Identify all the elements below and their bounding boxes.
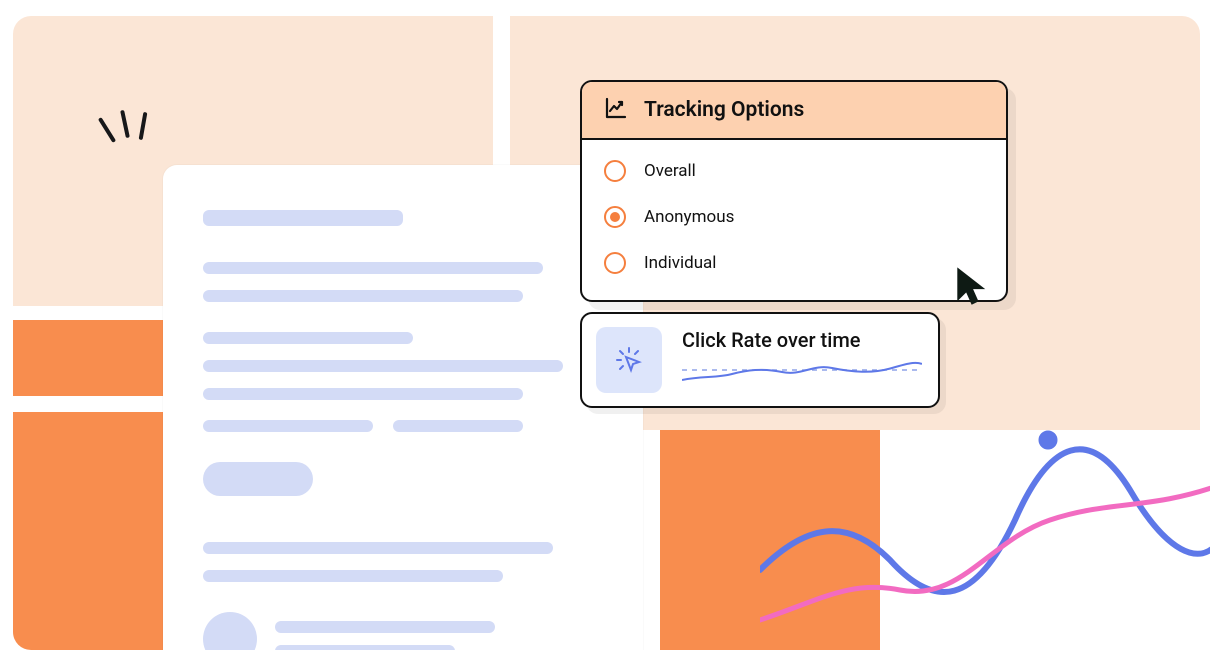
placeholder-avatar (203, 612, 257, 650)
chart-line-icon (604, 96, 628, 124)
click-rate-panel: Click Rate over time (580, 312, 940, 408)
placeholder-line (203, 388, 523, 400)
option-label: Individual (644, 253, 716, 273)
click-sparkle-icon (596, 327, 662, 393)
bg-orange-block (660, 430, 880, 650)
illustration-stage: Tracking Options Overall Anonymous Indiv… (0, 0, 1210, 650)
tracking-option-anonymous[interactable]: Anonymous (604, 194, 984, 240)
sparkline-icon (682, 358, 922, 388)
placeholder-line (203, 290, 523, 302)
tracking-option-individual[interactable]: Individual (604, 240, 984, 286)
tracking-options-header: Tracking Options (582, 82, 1006, 140)
radio-icon (604, 252, 626, 274)
cursor-icon (955, 266, 989, 312)
tracking-options-panel: Tracking Options Overall Anonymous Indiv… (580, 80, 1008, 302)
placeholder-button (203, 462, 313, 496)
placeholder-line (203, 262, 543, 274)
placeholder-line (275, 645, 455, 650)
click-rate-title: Click Rate over time (682, 328, 922, 352)
placeholder-line (203, 332, 413, 344)
option-label: Overall (644, 161, 696, 181)
click-rate-content: Click Rate over time (682, 328, 922, 392)
placeholder-line (203, 420, 373, 432)
placeholder-line (275, 621, 495, 633)
placeholder-line (393, 420, 523, 432)
placeholder-line (203, 360, 563, 372)
radio-icon (604, 160, 626, 182)
tracking-option-overall[interactable]: Overall (604, 148, 984, 194)
document-preview (163, 165, 643, 650)
placeholder-line (203, 542, 553, 554)
tracking-options-title: Tracking Options (644, 98, 804, 122)
option-label: Anonymous (644, 207, 734, 227)
tracking-options-body: Overall Anonymous Individual (582, 140, 1006, 300)
placeholder-line (203, 210, 403, 226)
radio-selected-icon (604, 206, 626, 228)
placeholder-line (203, 570, 503, 582)
